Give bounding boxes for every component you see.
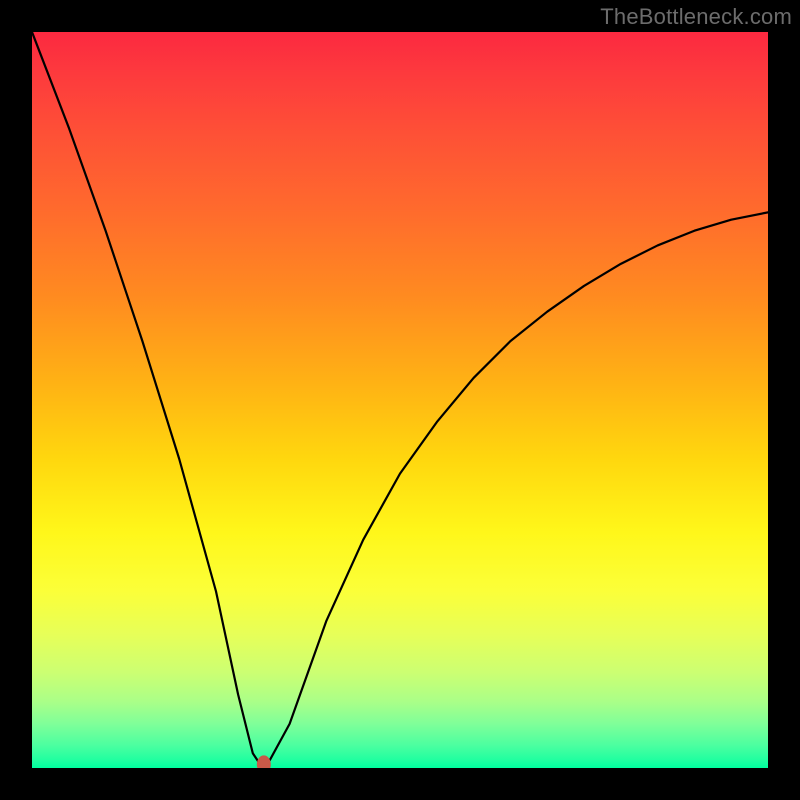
chart-frame: TheBottleneck.com: [0, 0, 800, 800]
watermark-text: TheBottleneck.com: [600, 4, 792, 30]
plot-area: [32, 32, 768, 768]
balance-point-marker: [257, 755, 271, 768]
bottleneck-curve: [32, 32, 768, 764]
bottleneck-curve-svg: [32, 32, 768, 768]
